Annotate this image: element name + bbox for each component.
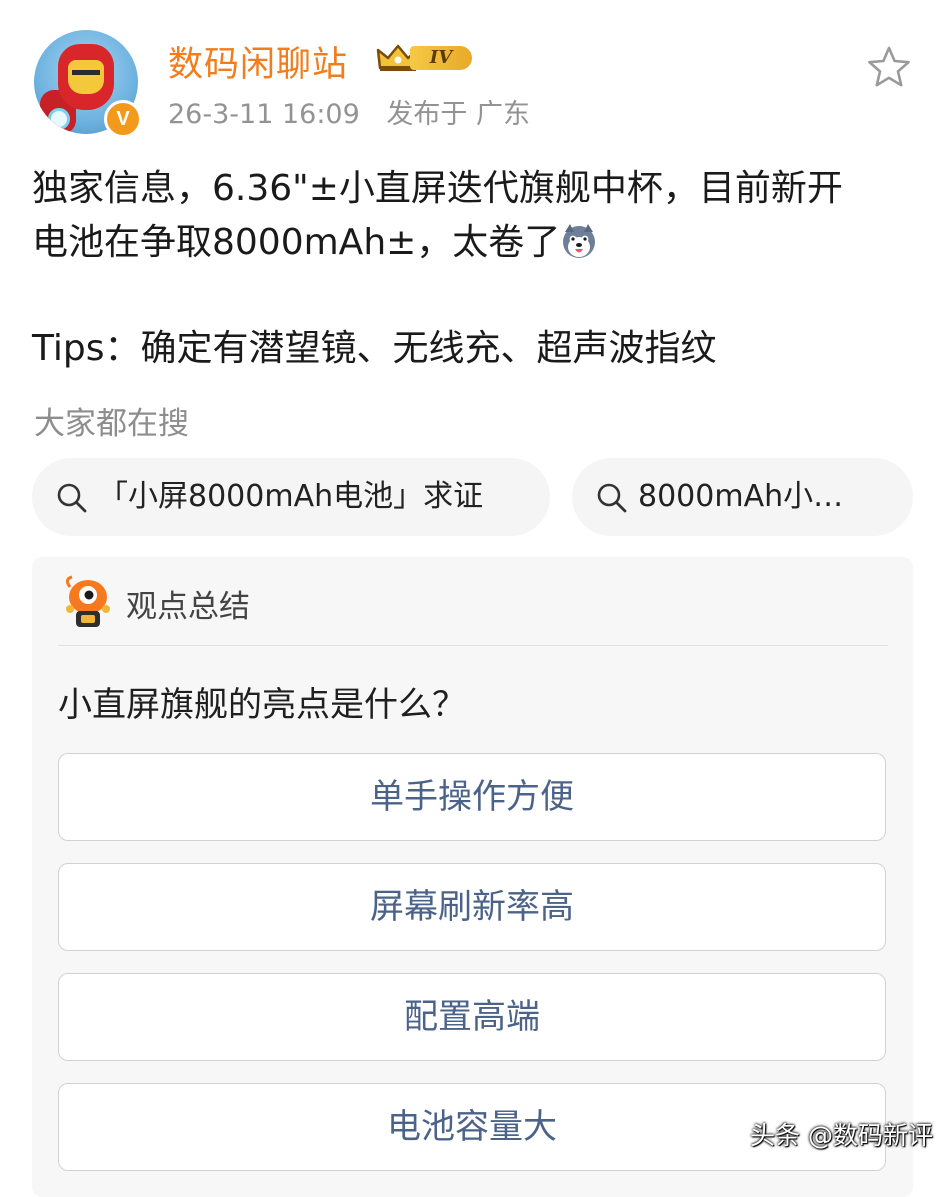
watermark: 头条 @数码新评 <box>750 1121 933 1150</box>
post-body: 独家信息，6.36"±小直屏迭代旗舰中杯，目前新开 电池在争取8000mAh±，… <box>32 162 922 376</box>
opinion-summary-card: 观点总结 小直屏旗舰的亮点是什么？ 单手操作方便 屏幕刷新率高 配置高端 电池容… <box>32 557 913 1197</box>
verified-badge-icon: V <box>104 100 142 138</box>
divider <box>58 645 888 646</box>
poll-option-button[interactable]: 屏幕刷新率高 <box>58 863 886 951</box>
summary-title: 观点总结 <box>126 589 250 625</box>
poll-option-button[interactable]: 单手操作方便 <box>58 753 886 841</box>
husky-emoji-icon <box>563 224 596 258</box>
search-chip-label: 「小屏8000mAh电池」求证 <box>98 479 484 514</box>
avatar-eyes <box>72 70 100 81</box>
favorite-star-icon[interactable] <box>866 44 912 90</box>
search-chip-label: 8000mAh小… <box>638 479 844 514</box>
poll-question: 小直屏旗舰的亮点是什么？ <box>58 685 466 725</box>
search-icon <box>597 483 627 513</box>
search-chip[interactable]: 8000mAh小… <box>572 458 913 536</box>
post-header: V 数码闲聊站 IV 26-3-11 16:09 发布于 广东 <box>0 0 945 150</box>
post-tips: Tips：确定有潜望镜、无线充、超声波指纹 <box>32 328 717 369</box>
post-line-2: 电池在争取8000mAh±，太卷了 <box>32 216 922 270</box>
post-timestamp: 26-3-11 16:09 <box>168 99 360 130</box>
mascot-icon <box>65 575 110 627</box>
search-chip[interactable]: 「小屏8000mAh电池」求证 <box>32 458 550 536</box>
poll-option-button[interactable]: 配置高端 <box>58 973 886 1061</box>
avatar-reactor <box>48 108 70 130</box>
level-label: IV <box>410 46 472 70</box>
username[interactable]: 数码闲聊站 <box>168 36 348 87</box>
level-badge[interactable]: IV <box>376 40 476 74</box>
post-meta: 26-3-11 16:09 发布于 广东 <box>168 92 548 131</box>
search-icon <box>57 483 87 513</box>
post-line-1: 独家信息，6.36"±小直屏迭代旗舰中杯，目前新开 <box>32 168 843 209</box>
post-location: 发布于 广东 <box>386 99 530 130</box>
trending-search-label: 大家都在搜 <box>34 406 189 442</box>
post-line-2-text: 电池在争取8000mAh±，太卷了 <box>32 222 561 263</box>
